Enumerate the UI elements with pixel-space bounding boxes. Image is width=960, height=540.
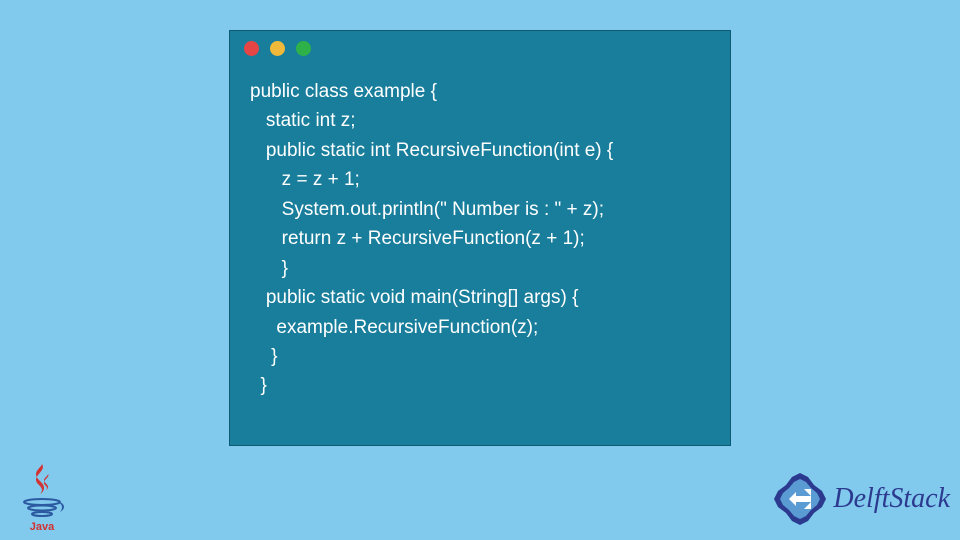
code-window: public class example { static int z; pub…: [229, 30, 731, 446]
delftstack-logo-icon: [771, 470, 829, 528]
java-logo-icon: Java: [14, 460, 70, 532]
delftstack-logo: DelftStack: [771, 470, 950, 528]
code-content: public class example { static int z; pub…: [230, 65, 730, 419]
svg-text:Java: Java: [30, 521, 55, 532]
maximize-dot-icon: [296, 41, 311, 56]
close-dot-icon: [244, 41, 259, 56]
window-title-bar: [230, 31, 730, 65]
delftstack-logo-text: DelftStack: [833, 483, 950, 515]
minimize-dot-icon: [270, 41, 285, 56]
